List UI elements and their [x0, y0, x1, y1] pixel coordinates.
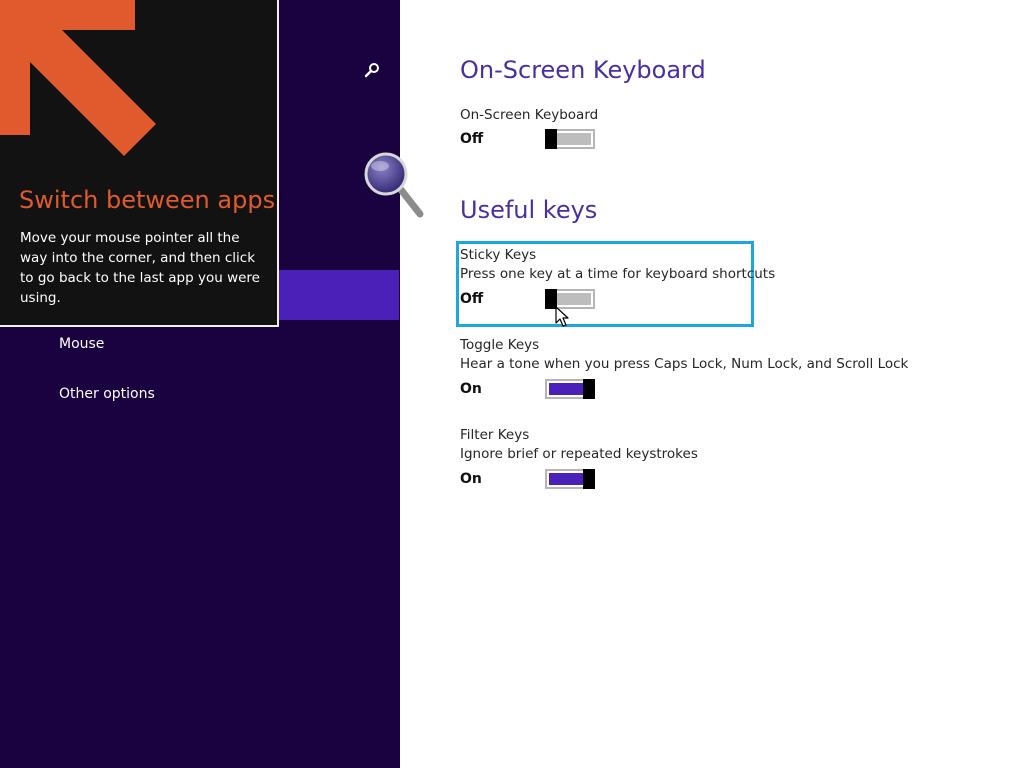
tip-card: Switch between apps Move your mouse poin… — [0, 0, 279, 327]
sidebar-item-other-options[interactable]: Other options — [59, 386, 155, 402]
magnifier-cursor-icon — [364, 152, 424, 218]
tip-body: Move your mouse pointer all the way into… — [20, 230, 260, 306]
toggle-keys-state: On — [460, 381, 482, 397]
sidebar-item-mouse[interactable]: Mouse — [59, 336, 104, 352]
sticky-keys-label: Sticky Keys — [460, 247, 537, 263]
search-button[interactable] — [360, 58, 384, 82]
filter-keys-toggle[interactable] — [545, 469, 595, 489]
mouse-pointer-icon — [555, 306, 569, 327]
sticky-keys-toggle[interactable] — [545, 289, 595, 309]
section-title-useful-keys: Useful keys — [460, 196, 598, 224]
toggle-track — [549, 383, 583, 395]
filter-keys-label: Filter Keys — [460, 427, 530, 443]
sticky-keys-state: Off — [460, 291, 484, 307]
on-screen-keyboard-label: On-Screen Keyboard — [460, 107, 599, 123]
toggle-keys-label: Toggle Keys — [460, 337, 540, 353]
toggle-track — [557, 293, 591, 305]
filter-keys-description: Ignore brief or repeated keystrokes — [460, 446, 698, 462]
sticky-keys-description: Press one key at a time for keyboard sho… — [460, 266, 776, 282]
toggle-track — [549, 473, 583, 485]
search-icon — [364, 63, 379, 78]
on-screen-keyboard-toggle[interactable] — [545, 129, 595, 149]
toggle-thumb — [583, 379, 595, 399]
section-title-on-screen-keyboard: On-Screen Keyboard — [460, 56, 706, 84]
toggle-keys-toggle[interactable] — [545, 379, 595, 399]
corner-arrow-icon — [0, 0, 156, 156]
toggle-track — [557, 133, 591, 145]
on-screen-keyboard-state: Off — [460, 131, 484, 147]
toggle-keys-description: Hear a tone when you press Caps Lock, Nu… — [460, 356, 909, 372]
sidebar-item-keyboard-selected[interactable] — [279, 270, 399, 320]
tip-title: Switch between apps — [19, 186, 276, 214]
toggle-thumb — [545, 129, 557, 149]
toggle-thumb — [583, 469, 595, 489]
filter-keys-state: On — [460, 471, 482, 487]
